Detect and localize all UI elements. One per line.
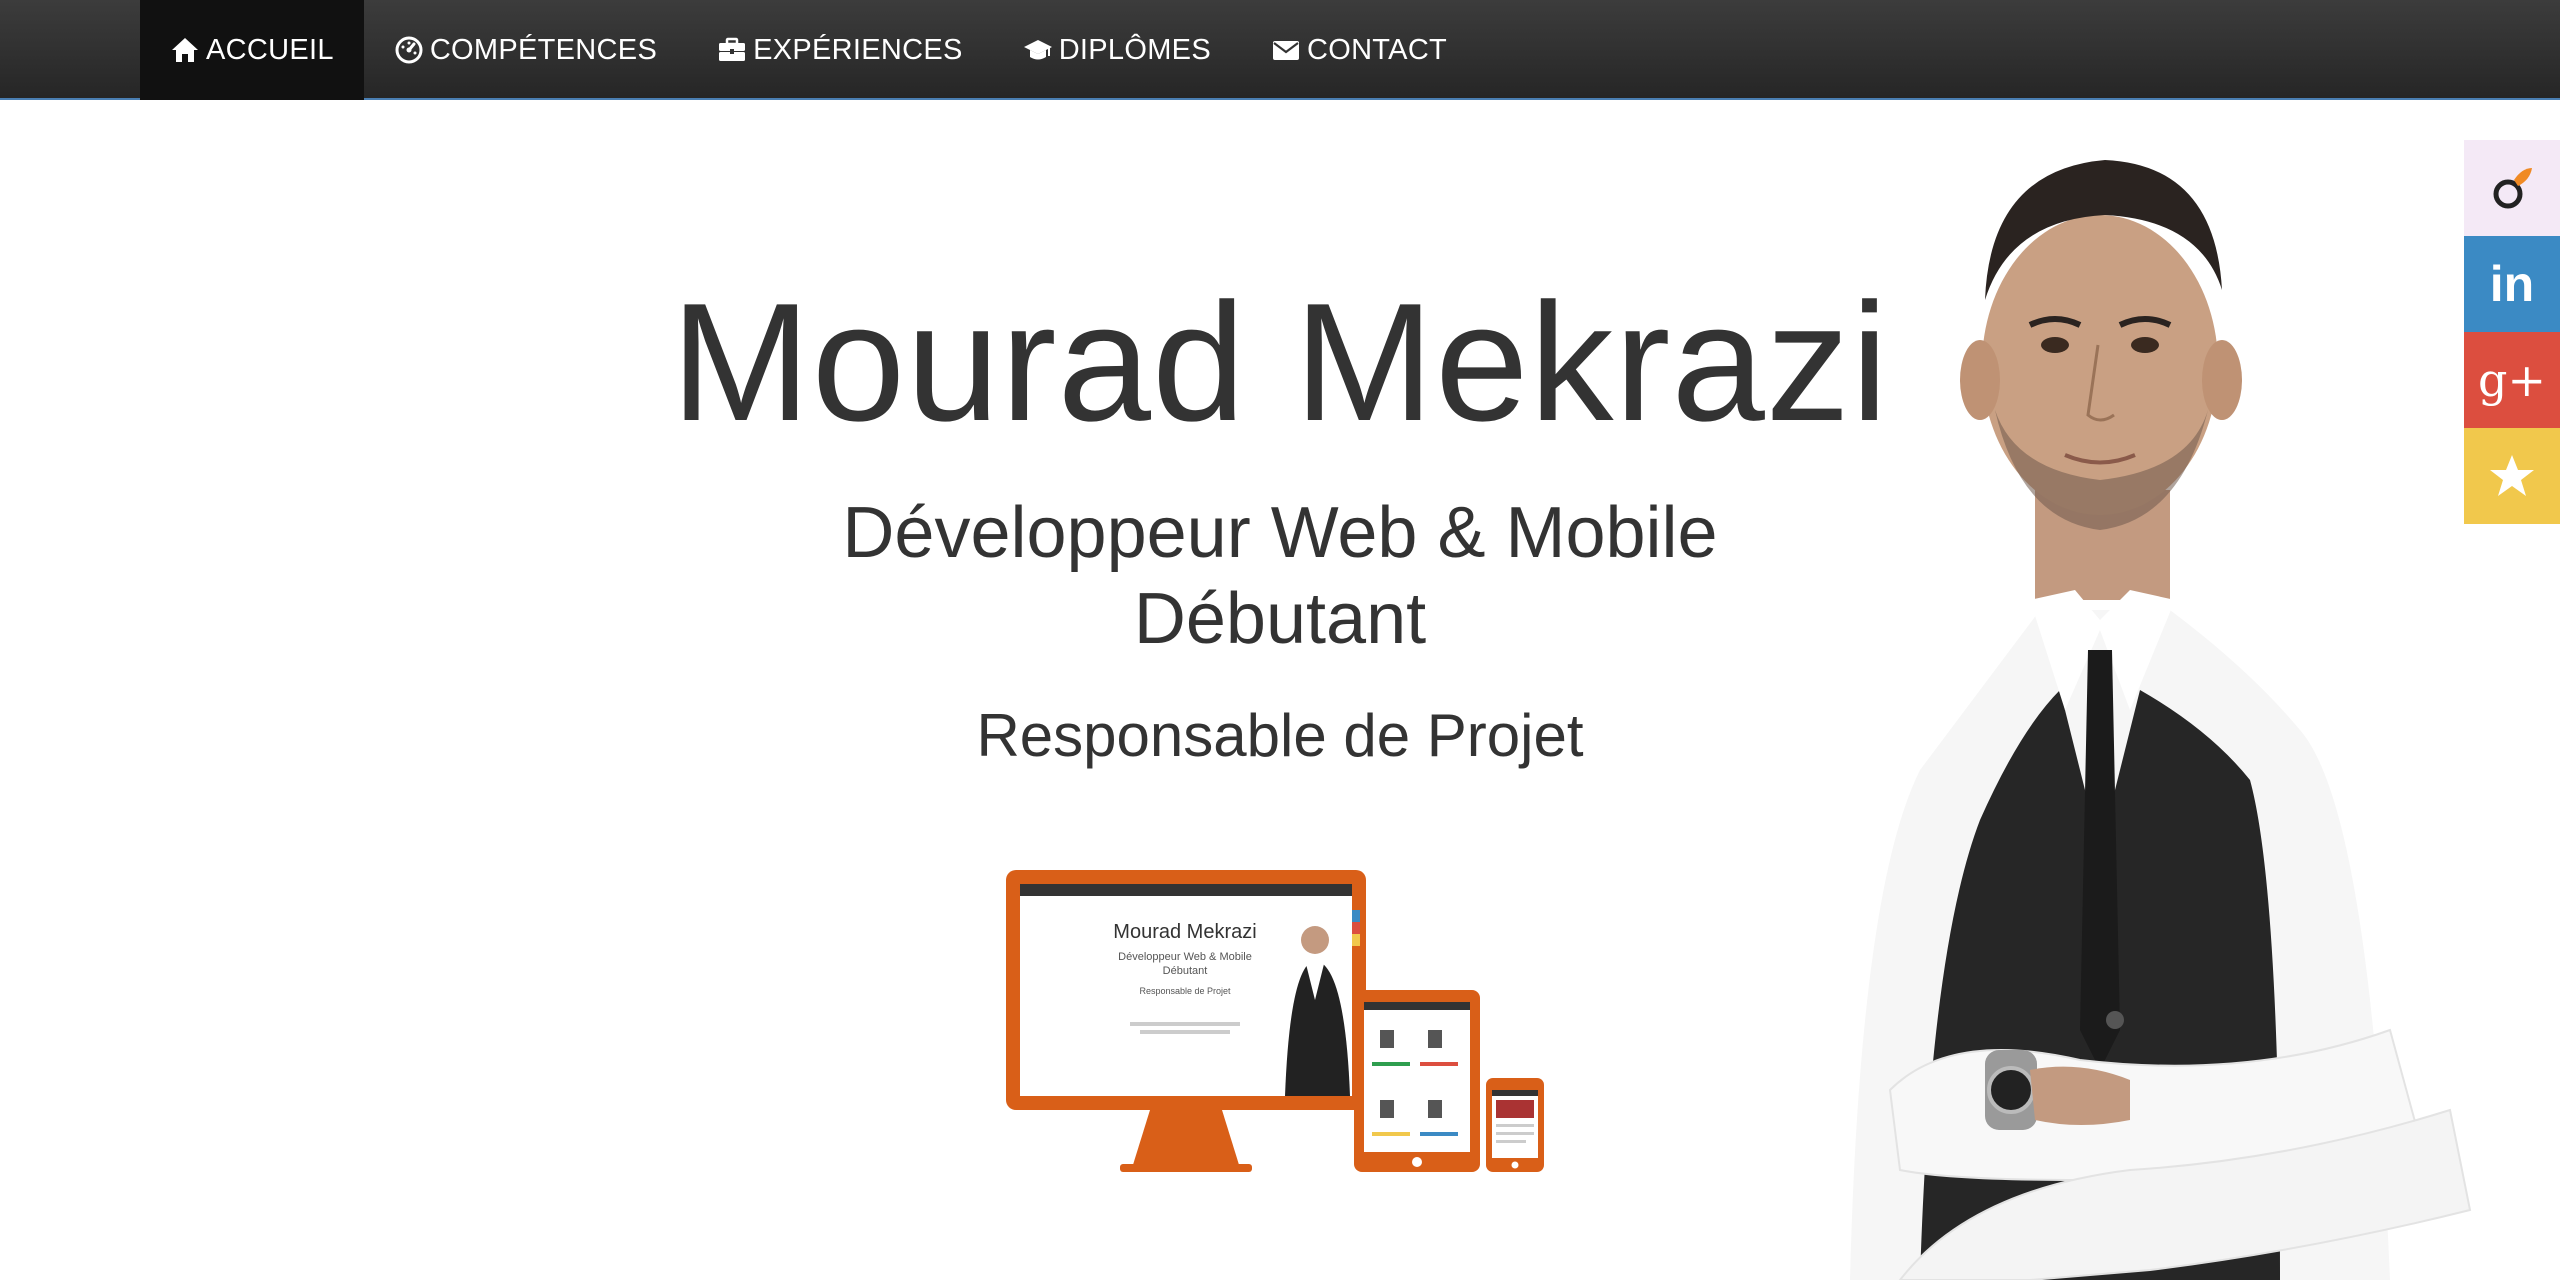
- google-plus-link[interactable]: g+: [2464, 332, 2560, 428]
- dashboard-icon: [394, 35, 424, 65]
- google-plus-icon: g+: [2478, 353, 2546, 407]
- viadeo-icon: [2488, 164, 2536, 212]
- favorite-link[interactable]: [2464, 428, 2560, 524]
- home-icon: [170, 35, 200, 65]
- star-icon: [2488, 452, 2536, 500]
- responsive-devices-image: Mourad Mekrazi Développeur Web & Mobile …: [950, 800, 1610, 1230]
- linkedin-icon: in: [2489, 256, 2535, 312]
- mockup-screen-role: Responsable de Projet: [1139, 986, 1231, 996]
- nav-list: ACCUEIL COMPÉTENCES EXPÉRIENCES DIPLÔMES…: [140, 0, 1477, 100]
- envelope-icon: [1271, 35, 1301, 65]
- mockup-screen-sub2: Débutant: [1163, 965, 1208, 977]
- linkedin-link[interactable]: in: [2464, 236, 2560, 332]
- nav-label-experiences: EXPÉRIENCES: [753, 33, 963, 66]
- viadeo-link[interactable]: [2464, 140, 2560, 236]
- nav-item-competences[interactable]: COMPÉTENCES: [364, 0, 687, 100]
- nav-label-diplomes: DIPLÔMES: [1058, 33, 1211, 66]
- nav-item-accueil[interactable]: ACCUEIL: [140, 0, 364, 100]
- top-navbar: ACCUEIL COMPÉTENCES EXPÉRIENCES DIPLÔMES…: [0, 0, 2560, 100]
- profile-photo: [1830, 130, 2530, 1280]
- mockup-screen-sub1: Développeur Web & Mobile: [1118, 951, 1252, 963]
- social-sidebar: in g+: [2464, 140, 2560, 524]
- nav-item-diplomes[interactable]: DIPLÔMES: [993, 0, 1241, 100]
- nav-item-experiences[interactable]: EXPÉRIENCES: [687, 0, 993, 100]
- graduation-cap-icon: [1023, 35, 1053, 65]
- nav-item-contact[interactable]: CONTACT: [1241, 0, 1477, 100]
- mockup-screen-name: Mourad Mekrazi: [1113, 921, 1256, 943]
- nav-label-competences: COMPÉTENCES: [429, 33, 658, 66]
- briefcase-icon: [717, 35, 747, 65]
- nav-label-contact: CONTACT: [1306, 33, 1448, 66]
- nav-label-accueil: ACCUEIL: [206, 33, 334, 66]
